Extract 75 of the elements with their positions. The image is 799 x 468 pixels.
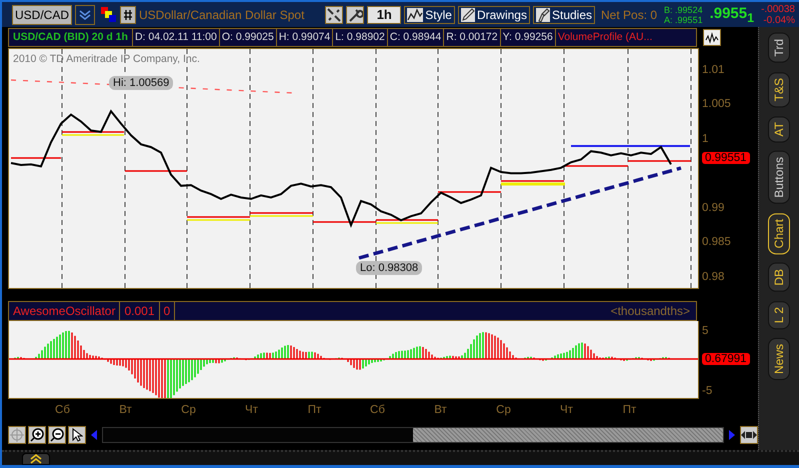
day-axis-label: Ср [495, 404, 512, 416]
day-axis-label: Чт [559, 404, 574, 416]
chart-info-cell: D: 04.02.11 11:00 [132, 29, 220, 46]
oscillator-value-tag: 0.67991 [702, 353, 750, 365]
chart-info-cell: R: 0.00172 [444, 29, 501, 46]
interval-button[interactable]: 1h [367, 6, 402, 24]
wrench-icon[interactable] [346, 6, 364, 24]
scroll-right-icon[interactable] [729, 430, 735, 440]
price-axis-label: 1 [702, 132, 708, 145]
toolbar-button[interactable]: Studies [532, 6, 596, 24]
ask-price: A: .99551 [664, 14, 703, 24]
scroll-left-icon[interactable] [91, 430, 97, 440]
toolbar-button[interactable]: Drawings [458, 6, 530, 24]
side-tab[interactable]: AT [768, 116, 790, 142]
line-chart-icon [407, 8, 424, 22]
day-axis-label: Вт [118, 404, 133, 416]
price-axis-label: 1.005 [702, 98, 731, 110]
bid-price: B: .99524 [664, 4, 703, 14]
last-price: .9955$_{1}$ [710, 4, 754, 24]
chart-info-cell: USD/CAD (BID) 20 d 1h [9, 29, 133, 46]
side-tab[interactable]: News [768, 338, 790, 380]
pointer-icon[interactable] [68, 426, 86, 444]
day-axis-label: Пт [306, 404, 322, 416]
oscillator-axis-label: -5 [702, 385, 712, 397]
zoom-out-icon[interactable] [48, 426, 66, 444]
price-axis-label: 1.01 [702, 64, 724, 76]
zoom-in-icon[interactable] [28, 426, 46, 444]
price-axis-label: 0.985 [702, 236, 731, 248]
symbol-description: USDollar/Canadian Dollar Spot [139, 8, 304, 22]
copyright-text: 2010 © TD Ameritrade IP Company, Inc. [13, 53, 200, 65]
side-tab[interactable]: Trd [768, 33, 790, 63]
percent-change: -0.04% [763, 14, 795, 26]
side-tab[interactable]: Buttons [768, 151, 790, 204]
high-price-callout: Hi: 1.00569 [109, 76, 174, 90]
side-tab[interactable]: L 2 [768, 301, 790, 330]
chart-settings-icon[interactable] [703, 29, 721, 46]
oscillator-field: 0 [160, 302, 176, 320]
chart-info-cell: H: 0.99074 [276, 29, 334, 46]
pencil-icon [460, 8, 475, 22]
day-axis-label: Сб [54, 404, 71, 416]
net-change: -.00038 [761, 4, 795, 14]
symbol-input[interactable]: USD/CAD [13, 6, 71, 24]
brush-icon [536, 8, 550, 22]
color-squares-icon[interactable] [101, 6, 117, 22]
scrollbar-thumb[interactable] [413, 428, 723, 442]
day-axis-label: Ср [180, 404, 197, 416]
oscillator-axis-label: 5 [702, 325, 708, 337]
grid-icon[interactable] [120, 6, 136, 24]
price-axis-label: 0.98 [702, 270, 724, 283]
side-tab[interactable]: T&S [768, 72, 790, 107]
oscillator-name: AwesomeOscillator [9, 302, 120, 320]
current-price-tag: 0.99551 [702, 152, 750, 164]
oscillator-units: <thousandths> [610, 304, 691, 318]
side-tab[interactable]: DB [768, 263, 790, 292]
side-tab[interactable]: Chart [768, 213, 790, 254]
expand-panel-button[interactable] [22, 453, 50, 465]
day-axis-label: Чт [244, 404, 259, 416]
price-axis-label: 0.99 [702, 202, 724, 214]
net-position: Net Pos: 0 [601, 8, 658, 22]
low-price-callout: Lo: 0.98308 [356, 261, 422, 275]
day-axis-label: Вт [433, 404, 448, 416]
chart-info-cell: C: 0.98944 [388, 29, 444, 46]
day-axis-label: Сб [369, 404, 386, 416]
toolbar-button[interactable]: Style [404, 6, 455, 24]
symbol-dropdown-button[interactable] [75, 4, 95, 24]
scrollbar-track[interactable] [102, 427, 724, 443]
chart-info-cell: O: 0.99025 [220, 29, 277, 46]
chart-info-cell-text: VolumeProfile (AU... [556, 30, 654, 45]
double-chevron-up-icon [30, 454, 42, 464]
double-chevron-down-icon [79, 8, 91, 20]
oscillator-field: 0.001 [120, 302, 160, 320]
resize-icon[interactable] [740, 426, 758, 444]
day-axis-label: Пт [622, 404, 638, 416]
chart-info-cell: L: 0.98902 [333, 29, 388, 46]
chart-info-cell: Y: 0.99256 [500, 29, 556, 46]
